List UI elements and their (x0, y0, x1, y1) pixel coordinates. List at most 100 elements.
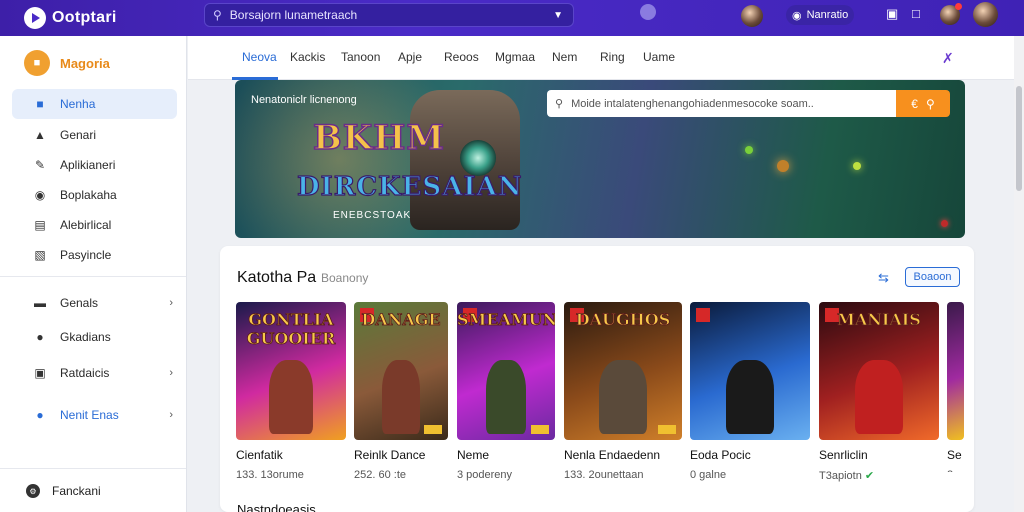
section-subtitle: Boanony (321, 271, 369, 285)
tab-ring[interactable]: Ring (600, 50, 625, 64)
chat-icon[interactable]: □ (912, 6, 920, 21)
brand-label: Magoria (60, 55, 110, 71)
game-meta: 252. 60 :te (354, 469, 406, 481)
sidebar-item-pasyincle[interactable]: ▧ Pasyincle (12, 240, 177, 270)
circle-icon: ◉ (34, 188, 46, 202)
sidebar-brand[interactable]: ■ Magoria (24, 50, 110, 76)
light-dot (853, 162, 861, 170)
search-icon: ⚲ (555, 98, 564, 110)
tab-tanoon[interactable]: Tanoon (341, 50, 380, 64)
game-name[interactable]: Senrliclin (819, 448, 868, 462)
game-meta: 3 podereny (457, 469, 513, 481)
game-card[interactable]: DANAGE Reinlk Dance 252. 60 :te (354, 302, 448, 481)
sidebar-group-ratdaicis[interactable]: ▣ Ratdaicis › (12, 358, 177, 388)
game-meta: 133. 13orume (236, 469, 304, 481)
banner-search-button[interactable]: € ⚲ (896, 90, 950, 117)
game-cover[interactable] (690, 302, 810, 440)
game-name[interactable]: Nenla Endaedenn (564, 448, 660, 462)
game-cover[interactable]: DAUGHOS (564, 302, 682, 440)
game-meta-text: T3apiotn (819, 470, 862, 482)
sidebar: ■ Magoria ■ Nenha ▲ Genari ✎ Aplikianeri… (0, 36, 187, 512)
game-cover[interactable]: GONTLIA GUOOIER (236, 302, 346, 440)
search-icon: ⚲ (213, 8, 222, 22)
game-name[interactable]: Cienfatik (236, 448, 283, 462)
character-figure (382, 359, 420, 435)
avatar[interactable] (741, 5, 763, 27)
share-icon[interactable]: ⇆ (878, 270, 889, 286)
search-input[interactable]: ⚲ Borsajorn lunametraach ▼ (204, 3, 574, 27)
screen-icon[interactable]: ▣ (886, 6, 898, 22)
scrollbar-thumb[interactable] (1016, 86, 1022, 191)
game-card[interactable]: MANIAIS Senrliclin T3apiotn ✔ (819, 302, 939, 482)
sidebar-group-nenit-enas[interactable]: ● Nenit Enas › (12, 400, 177, 430)
sidebar-divider (0, 276, 186, 277)
tab-uame[interactable]: Uame (643, 50, 675, 64)
game-card[interactable]: DAUGHOS Nenla Endaedenn 133. 2ounettaan (564, 302, 682, 481)
sidebar-footer-label: Fanckani (52, 484, 101, 498)
sidebar-item-alebirlical[interactable]: ▤ Alebirlical (12, 210, 177, 240)
light-dot (941, 220, 948, 227)
chevron-down-icon[interactable]: ▼ (553, 10, 563, 21)
game-cover[interactable]: SMEAMUNG (457, 302, 555, 440)
tab-reoos[interactable]: Reoos (444, 50, 479, 64)
chevron-right-icon: › (169, 367, 173, 379)
character-figure (599, 359, 647, 435)
tab-apje[interactable]: Apje (398, 50, 422, 64)
banner-subtitle: ENEBCSTOAK (333, 210, 412, 221)
character-figure (486, 359, 526, 435)
pencil-icon: ✎ (34, 158, 46, 172)
section-title: Katotha Pa (237, 269, 317, 286)
settings-icon: ⚙ (26, 484, 40, 498)
section-action-button[interactable]: Boaoon (905, 267, 960, 287)
app-logo[interactable]: Ootptari (24, 7, 117, 29)
game-card[interactable]: GONTLIA GUOOIER Cienfatik 133. 13orume (236, 302, 346, 481)
light-dot (745, 146, 753, 154)
user-pill-label: Nanratio (806, 9, 849, 21)
sidebar-divider (0, 468, 186, 469)
user-circle-icon: ◉ (792, 9, 802, 22)
tab-neova[interactable]: Neova (242, 50, 277, 64)
tab-nem[interactable]: Nem (552, 50, 577, 64)
game-card[interactable]: Se 2. (947, 302, 964, 472)
close-icon[interactable]: ✗ (942, 50, 954, 67)
game-cover[interactable]: MANIAIS (819, 302, 939, 440)
game-card[interactable]: SMEAMUNG Neme 3 podereny (457, 302, 555, 481)
profile-avatar[interactable] (973, 2, 998, 27)
game-cover[interactable]: DANAGE (354, 302, 448, 440)
light-dot (777, 160, 789, 172)
game-cover-title: DANAGE (361, 310, 441, 330)
game-cover-title: SMEAMUNG (457, 310, 555, 330)
price-tag (658, 425, 676, 434)
hero-banner[interactable]: Nenatoniclr licnenong BKHM DIRCKESAIAN E… (235, 80, 965, 238)
sidebar-item-boplakaha[interactable]: ◉ Boplakaha (12, 180, 177, 210)
banner-title: BKHM (312, 117, 446, 159)
ribbon-badge (696, 308, 710, 322)
gamepad-icon: ▲ (34, 128, 46, 142)
user-pill[interactable]: ◉ Nanratio (786, 5, 855, 25)
chevron-right-icon: › (169, 297, 173, 309)
game-name[interactable]: Neme (457, 448, 489, 462)
game-name[interactable]: Eoda Pocic (690, 448, 751, 462)
banner-label: Nenatoniclr licnenong (251, 94, 357, 106)
tab-kackis[interactable]: Kackis (290, 50, 325, 64)
sidebar-item-aplikianeri[interactable]: ✎ Aplikianeri (12, 150, 177, 180)
controller-icon: ▬ (34, 296, 46, 310)
robot-eye (460, 140, 496, 176)
sidebar-footer-item[interactable]: ⚙ Fanckani (26, 484, 101, 498)
game-card[interactable]: Eoda Pocic 0 galne (690, 302, 810, 481)
sidebar-item-genari[interactable]: ▲ Genari (12, 120, 177, 150)
lock-icon: ▤ (34, 218, 46, 232)
vertical-scrollbar[interactable] (1014, 36, 1024, 512)
character-figure (855, 359, 903, 435)
banner-search-input[interactable]: ⚲ Moide intalatenghenangohiadenmesocoke … (547, 90, 896, 117)
game-cover[interactable] (947, 302, 964, 440)
sidebar-group-genals[interactable]: ▬ Genals › (12, 288, 177, 318)
tab-mgmaa[interactable]: Mgmaa (495, 50, 535, 64)
status-dot-icon (640, 4, 656, 20)
game-name[interactable]: Reinlk Dance (354, 448, 425, 462)
price-tag (424, 425, 442, 434)
game-meta: T3apiotn ✔ (819, 469, 874, 482)
sidebar-group-gkadians[interactable]: ● Gkadians (12, 322, 177, 352)
sidebar-item-nenha[interactable]: ■ Nenha (12, 89, 177, 119)
game-name[interactable]: Se (947, 448, 962, 462)
